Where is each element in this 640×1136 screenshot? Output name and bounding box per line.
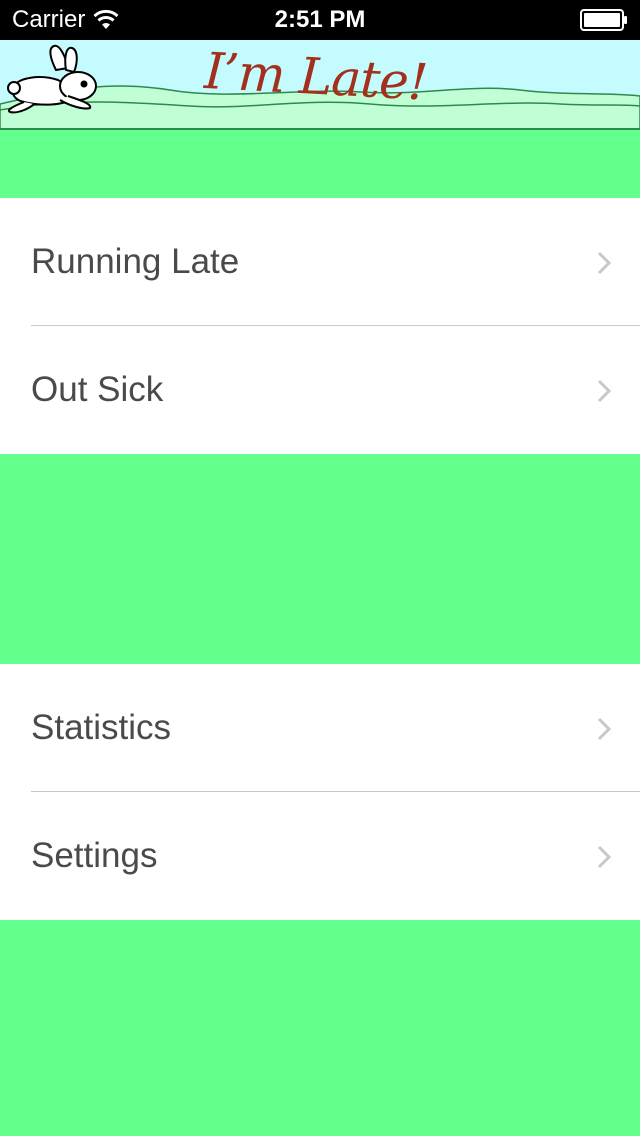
chevron-right-icon [597,717,612,741]
chevron-right-icon [597,845,612,869]
app-logo-title: I’m Late! [202,42,429,112]
status-time: 2:51 PM [274,6,366,33]
status-bar: Carrier 2:51 PM [0,0,640,40]
chevron-right-icon [597,379,612,403]
app-screen: Carrier 2:51 PM I’m Late! Running Late O… [0,0,640,1136]
menu-group-secondary: Statistics Settings [0,664,640,920]
chevron-right-icon [597,251,612,275]
statistics-label: Statistics [31,708,172,747]
settings-label: Settings [31,836,158,875]
rabbit-icon [7,44,97,114]
statistics-cell[interactable]: Statistics [0,664,640,792]
out-sick-cell[interactable]: Out Sick [0,326,640,454]
battery-icon [580,9,627,31]
out-sick-label: Out Sick [31,370,164,409]
running-late-cell[interactable]: Running Late [0,198,640,326]
running-late-label: Running Late [31,242,240,281]
menu-group-primary: Running Late Out Sick [0,198,640,454]
settings-cell[interactable]: Settings [0,792,640,920]
header-banner: I’m Late! [0,40,640,130]
